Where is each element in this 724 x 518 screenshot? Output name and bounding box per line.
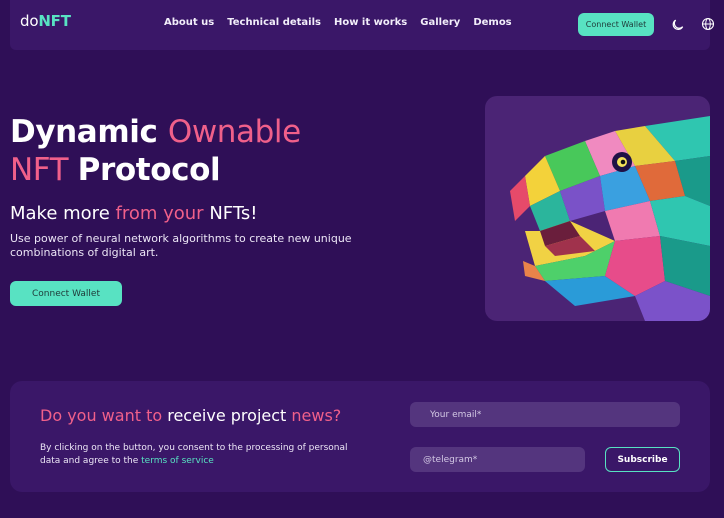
title-protocol: Protocol <box>77 152 221 188</box>
title-dynamic: Dynamic <box>10 114 168 150</box>
nav-gallery[interactable]: Gallery <box>420 17 460 28</box>
top-navigation-bar: doNFT About us Technical details How it … <box>10 0 715 50</box>
nav-technical-details[interactable]: Technical details <box>227 17 321 28</box>
subscribe-button[interactable]: Subscribe <box>605 447 680 472</box>
sub-part-2: from your <box>115 203 210 224</box>
logo-do: do <box>20 12 39 30</box>
newsletter-section: Do you want to receive project news? By … <box>10 381 710 492</box>
header-connect-wallet-button[interactable]: Connect Wallet <box>578 13 654 36</box>
sub-part-1: Make more <box>10 203 116 224</box>
hero-art-card <box>485 96 710 321</box>
moon-icon[interactable] <box>672 17 686 31</box>
title-ownable: Ownable <box>167 114 301 150</box>
news-title-part-2: receive project <box>167 406 292 425</box>
newsletter-title: Do you want to receive project news? <box>40 406 341 425</box>
nav-how-it-works[interactable]: How it works <box>334 17 407 28</box>
main-nav: About us Technical details How it works … <box>164 17 512 28</box>
title-nft: NFT <box>10 152 78 188</box>
hero-subtitle: Make more from your NFTs! <box>10 203 257 224</box>
nav-demos[interactable]: Demos <box>473 17 511 28</box>
hero-connect-wallet-button[interactable]: Connect Wallet <box>10 281 122 306</box>
hero-title: Dynamic Ownable NFT Protocol <box>10 113 301 189</box>
consent-text: By clicking on the button, you consent t… <box>40 442 370 468</box>
chameleon-illustration <box>510 116 710 321</box>
logo-nft: NFT <box>38 12 71 30</box>
terms-of-service-link[interactable]: terms of service <box>141 456 214 466</box>
hero-description: Use power of neural network algorithms t… <box>10 232 352 259</box>
email-input[interactable]: Your email* <box>410 402 680 427</box>
news-title-part-3: news? <box>291 406 342 425</box>
logo[interactable]: doNFT <box>20 12 71 30</box>
news-title-part-1: Do you want to <box>40 406 168 425</box>
nav-about-us[interactable]: About us <box>164 17 214 28</box>
telegram-input[interactable]: @telegram* <box>410 447 585 472</box>
globe-icon[interactable] <box>701 17 715 31</box>
sub-part-3: NFTs! <box>209 203 258 224</box>
